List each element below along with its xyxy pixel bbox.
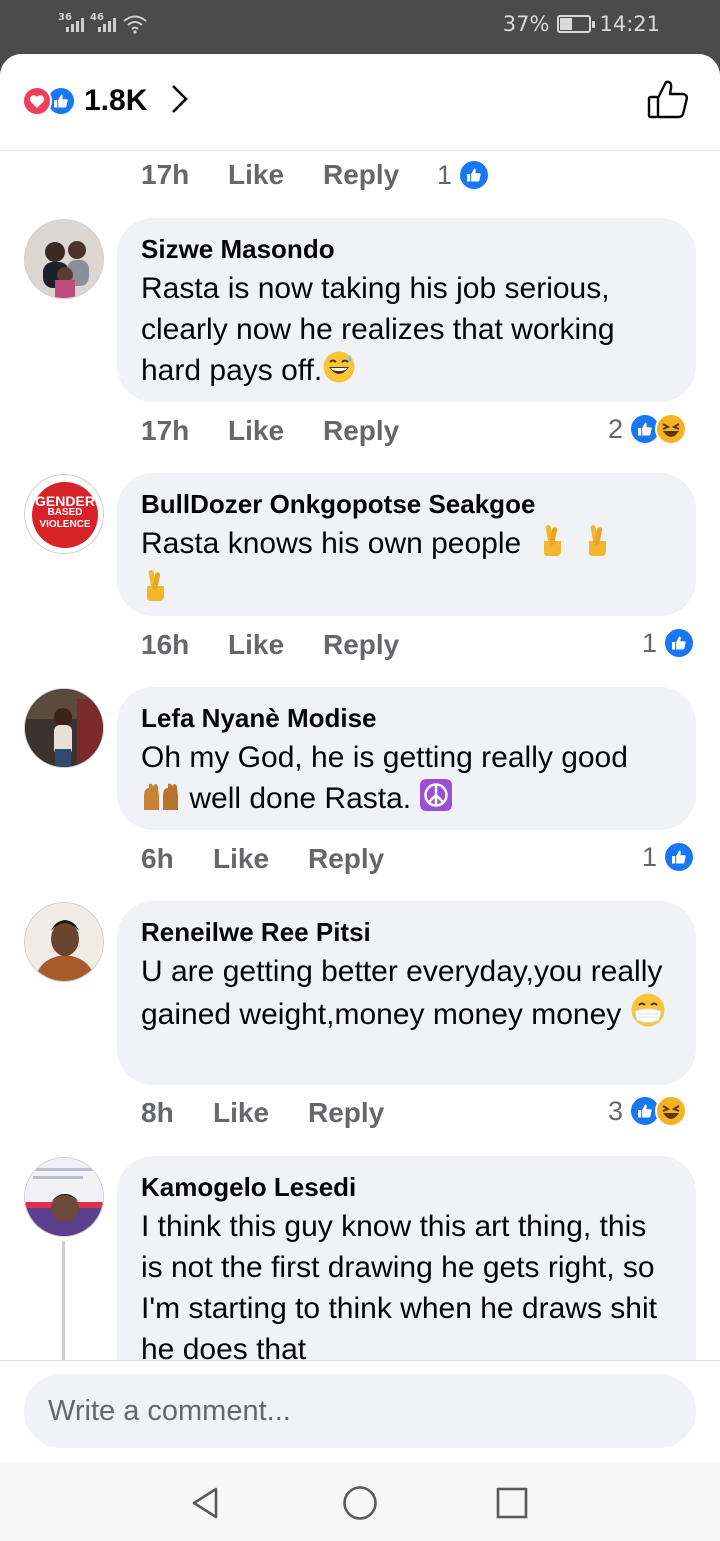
reaction-count[interactable]: 1: [437, 159, 491, 191]
comment-meta: 17h Like Reply: [141, 159, 399, 191]
reaction-count[interactable]: 1: [642, 841, 696, 873]
peace-symbol-emoji: [419, 778, 453, 823]
like-button[interactable]: Like: [228, 629, 323, 661]
comment-list: 17h Like Reply 1 Sizwe Masondo Rasta is …: [0, 151, 720, 1360]
battery-icon: [557, 15, 596, 33]
comment-time: 17h: [141, 415, 190, 446]
grinning-sweat-emoji: [322, 350, 356, 395]
reaction-count[interactable]: 2: [608, 413, 688, 445]
avatar[interactable]: GENDER BASED VIOLENCE: [24, 474, 104, 554]
raising-hands-emoji: [141, 782, 181, 823]
like-button[interactable]: Like: [228, 159, 323, 191]
reply-button[interactable]: Reply: [323, 415, 399, 447]
comment-meta: 17h Like Reply: [141, 415, 399, 447]
comment-meta: 8h Like Reply: [141, 1097, 384, 1129]
recents-square-icon[interactable]: [488, 1479, 536, 1527]
comment-author[interactable]: Sizwe Masondo: [141, 234, 672, 264]
signal-icon: 46: [90, 12, 116, 34]
comment-time: 6h: [141, 843, 174, 874]
avatar[interactable]: [24, 1157, 104, 1237]
reactions-header: 1.8K: [0, 54, 720, 151]
reaction-count[interactable]: 3: [608, 1095, 688, 1127]
comment-bubble: Lefa Nyanè Modise Oh my God, he is getti…: [117, 687, 696, 830]
comment-bubble: Reneilwe Ree Pitsi U are getting better …: [117, 901, 696, 1085]
comment-author[interactable]: Reneilwe Ree Pitsi: [141, 917, 672, 947]
comment-bubble: BullDozer Onkgopotse Seakgoe Rasta knows…: [117, 473, 696, 616]
signal-icon: 36: [58, 12, 84, 34]
like-button[interactable]: Like: [213, 1097, 308, 1129]
comment-time: 8h: [141, 1097, 174, 1128]
reaction-count: 1.8K: [84, 84, 148, 117]
haha-icon: [655, 413, 688, 445]
home-circle-icon[interactable]: [336, 1479, 384, 1527]
system-nav-bar: [0, 1463, 720, 1541]
reply-button[interactable]: Reply: [308, 843, 384, 875]
crossed-fingers-emoji: [583, 523, 611, 568]
comment-author[interactable]: Lefa Nyanè Modise: [141, 703, 672, 733]
haha-icon: [655, 1095, 688, 1127]
comment-time: 16h: [141, 629, 190, 660]
reply-button[interactable]: Reply: [323, 159, 399, 191]
comment-text: I think this guy know this art thing, th…: [141, 1210, 657, 1360]
avatar[interactable]: [24, 902, 104, 982]
comment-text: U are getting better everyday,you really…: [141, 951, 672, 1039]
love-icon: [22, 86, 52, 116]
comment-text: Rasta is now taking his job serious, cle…: [141, 268, 672, 395]
clock: 14:21: [599, 12, 660, 36]
reactions-summary[interactable]: 1.8K: [22, 84, 189, 118]
comment-composer: Write a comment...: [0, 1360, 720, 1463]
comment-meta: 16h Like Reply: [141, 629, 399, 661]
comment-meta: 6h Like Reply: [141, 843, 384, 875]
avatar-text: GENDER BASED VIOLENCE: [35, 493, 95, 530]
battery-percent: 37%: [502, 12, 550, 36]
like-icon: [663, 627, 696, 659]
crossed-fingers-emoji: [538, 523, 566, 568]
comment-bubble: Kamogelo Lesedi I think this guy know th…: [117, 1156, 696, 1360]
reply-button[interactable]: Reply: [308, 1097, 384, 1129]
avatar[interactable]: [24, 688, 104, 768]
comment-author[interactable]: BullDozer Onkgopotse Seakgoe: [141, 489, 672, 519]
comment-input[interactable]: Write a comment...: [24, 1374, 696, 1448]
comment-text: Oh my God, he is getting really good wel…: [141, 737, 672, 823]
thumbs-up-outline-icon[interactable]: [646, 78, 690, 126]
chevron-right-icon: [169, 84, 189, 118]
reaction-count[interactable]: 1: [642, 627, 696, 659]
status-right: 37% 14:21: [503, 12, 660, 36]
comment-author[interactable]: Kamogelo Lesedi: [141, 1172, 672, 1202]
like-button[interactable]: Like: [228, 415, 323, 447]
comment-text: Rasta knows his own people: [141, 523, 672, 613]
crossed-fingers-emoji: [141, 568, 169, 613]
back-triangle-icon[interactable]: [182, 1479, 230, 1527]
wifi-icon: [122, 14, 148, 34]
thread-line: [62, 1241, 65, 1360]
like-icon: [458, 159, 491, 191]
like-button[interactable]: Like: [213, 843, 308, 875]
avatar[interactable]: [24, 219, 104, 299]
comment-time: 17h: [141, 159, 190, 190]
face-with-mask-emoji: [630, 992, 666, 1039]
reply-button[interactable]: Reply: [323, 629, 399, 661]
status-left: 36 46: [58, 12, 148, 34]
comment-bubble: Sizwe Masondo Rasta is now taking his jo…: [117, 218, 696, 402]
status-bar: 36 46 37% 14:21: [0, 0, 720, 54]
like-icon: [663, 841, 696, 873]
comments-sheet: 1.8K 17h Like Reply 1 Sizwe Masondo Rast…: [0, 54, 720, 1541]
